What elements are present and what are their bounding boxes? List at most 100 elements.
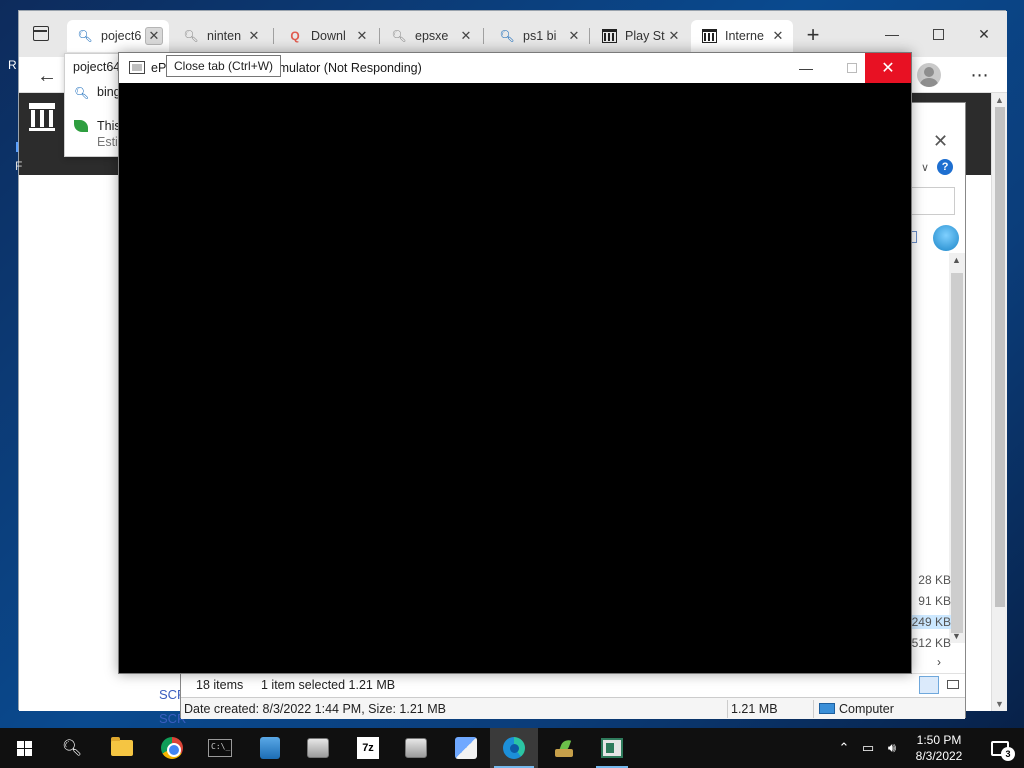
details-view-icon[interactable] <box>919 676 939 694</box>
tab-play-station[interactable]: Play St ✕ <box>591 20 689 52</box>
taskbar-7zip[interactable]: 7z <box>344 728 392 768</box>
close-button[interactable]: ✕ <box>865 53 911 83</box>
notifications-button[interactable]: 3 <box>980 728 1020 768</box>
list-scrollbar[interactable]: ▲ ▼ <box>949 253 965 643</box>
maximize-button[interactable] <box>923 23 953 45</box>
tab-title: Play St <box>625 29 665 43</box>
search-icon: 🔍︎ <box>391 29 407 43</box>
typed-query[interactable]: poject64 <box>73 60 120 74</box>
close-icon[interactable]: ✕ <box>933 131 948 152</box>
tiles-view-icon[interactable] <box>943 676 963 694</box>
close-tab-button[interactable]: ✕ <box>245 27 263 45</box>
page-scrollbar[interactable]: ▲ ▼ <box>991 93 1007 711</box>
taskbar: 🔍︎ C:\_ 7z ⌃ ▭ 🔊︎ 1:50 PM 8/3/2022 3 <box>0 728 1024 768</box>
taskbar-command-prompt[interactable]: C:\_ <box>196 728 244 768</box>
app-window-icon <box>129 61 145 74</box>
epsxe-icon <box>601 738 623 758</box>
taskbar-edge[interactable] <box>490 728 538 768</box>
taskbar-app-blue[interactable] <box>246 728 294 768</box>
edge-letter: R <box>8 58 17 72</box>
profile-avatar-icon[interactable] <box>917 63 941 87</box>
scrollbar-thumb[interactable] <box>995 107 1005 607</box>
search-icon: 🔍︎ <box>183 29 199 43</box>
7zip-icon: 7z <box>357 737 379 759</box>
close-tab-tooltip: Close tab (Ctrl+W) <box>166 55 282 77</box>
close-tab-button[interactable]: ✕ <box>457 27 475 45</box>
close-tab-button[interactable]: ✕ <box>769 27 787 45</box>
clock[interactable]: 1:50 PM 8/3/2022 <box>906 732 972 764</box>
file-created-info: Date created: 8/3/2022 1:44 PM, Size: 1.… <box>184 702 446 716</box>
tab-epsxe[interactable]: 🔍︎ epsxe ✕ <box>381 20 481 52</box>
folder-icon <box>111 737 133 756</box>
scroll-up-icon[interactable]: ▲ <box>995 95 1004 105</box>
tab-nintendo[interactable]: 🔍︎ ninten ✕ <box>173 20 269 52</box>
archive-icon <box>701 28 717 44</box>
minimize-button[interactable]: — <box>783 53 829 83</box>
chrome-icon <box>161 737 183 759</box>
notification-count: 3 <box>1001 746 1015 761</box>
chevron-down-icon[interactable]: ∨ <box>921 161 929 174</box>
taskbar-epsxe[interactable] <box>588 728 636 768</box>
item-count: 18 items <box>196 678 244 692</box>
file-size-info: 1.21 MB <box>731 702 778 716</box>
tab-ps1-bios[interactable]: 🔍︎ ps1 bi ✕ <box>489 20 589 52</box>
close-window-button[interactable]: ✕ <box>969 23 999 45</box>
close-tab-button[interactable]: ✕ <box>565 27 583 45</box>
address-suggestions: poject64 🔍︎ bing This Estin <box>64 53 125 157</box>
search-button[interactable]: 🔍︎ <box>48 728 96 768</box>
shell-icon[interactable] <box>933 225 959 251</box>
archive-icon <box>601 28 617 44</box>
network-icon[interactable]: ▭ <box>856 728 880 768</box>
tab-title: epsxe <box>415 29 449 43</box>
taskbar-app-network[interactable] <box>442 728 490 768</box>
new-tab-button[interactable]: + <box>799 21 827 49</box>
taskbar-app-installer[interactable] <box>392 728 440 768</box>
more-menu-button[interactable]: ⋯ <box>967 63 993 87</box>
download-site-icon: Q <box>290 29 300 43</box>
tab-title: ninten <box>207 29 242 43</box>
explorer-status-bar: 18 items 1 item selected 1.21 MB <box>181 673 965 695</box>
volume-icon[interactable]: 🔊︎ <box>880 728 904 768</box>
notification-icon: 3 <box>991 740 1015 761</box>
tab-title: poject6 <box>101 29 142 43</box>
search-icon: 🔍︎ <box>74 86 90 100</box>
taskbar-app-gray[interactable] <box>294 728 342 768</box>
system-tray: ⌃ ▭ 🔊︎ <box>832 728 904 768</box>
scroll-right-icon[interactable]: › <box>937 655 941 669</box>
scroll-down-icon[interactable]: ▼ <box>995 699 1004 709</box>
close-tab-button[interactable]: ✕ <box>353 27 371 45</box>
search-icon: 🔍︎ <box>499 29 515 43</box>
tab-strip: 🔍︎ poject6 ✕ 🔍︎ ninten ✕ Q Downl ✕ 🔍︎ ep… <box>19 11 1007 57</box>
chevron-up-icon[interactable]: ⌃ <box>832 728 856 768</box>
tab-actions-icon[interactable] <box>33 26 49 41</box>
location-info: Computer <box>839 702 894 716</box>
selection-info: 1 item selected 1.21 MB <box>261 678 396 692</box>
tab-internet-archive[interactable]: Interne ✕ <box>691 20 793 52</box>
app-icon <box>307 738 329 758</box>
edge-icon <box>503 737 525 759</box>
taskbar-app-plant[interactable] <box>540 728 588 768</box>
computer-icon <box>819 703 835 714</box>
taskbar-file-explorer[interactable] <box>98 728 146 768</box>
close-tab-button[interactable]: ✕ <box>665 27 683 45</box>
taskbar-chrome[interactable] <box>148 728 196 768</box>
help-icon[interactable]: ? <box>937 159 954 175</box>
minimize-button[interactable]: — <box>877 23 907 45</box>
tab-title: ps1 bi <box>523 29 557 43</box>
archive-logo-icon[interactable] <box>29 103 55 131</box>
scrollbar-thumb[interactable] <box>951 273 963 633</box>
search-input[interactable] <box>911 187 955 215</box>
search-icon: 🔍︎ <box>77 29 93 43</box>
app-icon <box>405 738 427 758</box>
emulator-display[interactable] <box>119 83 911 673</box>
tab-title: Downl <box>311 29 346 43</box>
terminal-icon: C:\_ <box>208 739 232 757</box>
tab-poject64[interactable]: 🔍︎ poject6 ✕ <box>67 20 169 52</box>
windows-logo-icon <box>16 740 32 756</box>
tab-download[interactable]: Q Downl ✕ <box>277 20 377 52</box>
start-button[interactable] <box>0 728 48 768</box>
clock-time: 1:50 PM <box>916 733 962 747</box>
close-tab-button[interactable]: ✕ <box>145 27 163 45</box>
extension-leaf-icon <box>74 120 88 132</box>
back-button[interactable]: ← <box>33 64 61 88</box>
